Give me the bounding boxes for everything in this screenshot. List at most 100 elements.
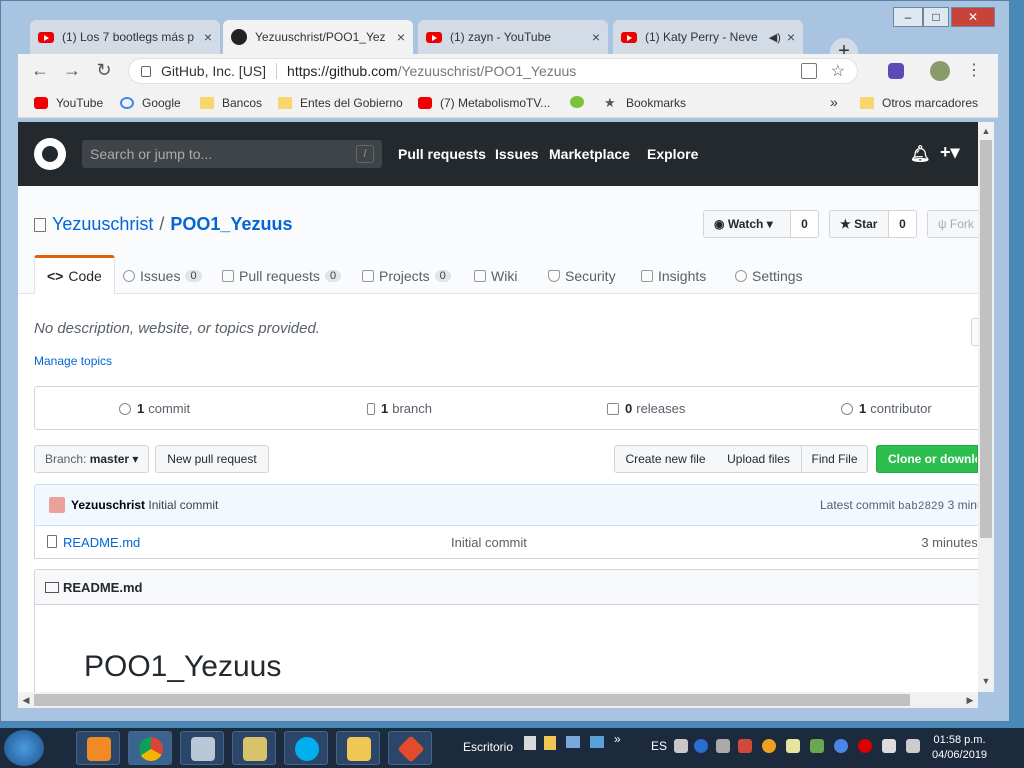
nav-issues[interactable]: Issues: [495, 146, 539, 162]
network-icon[interactable]: [590, 736, 604, 748]
repo-name-link[interactable]: POO1_Yezuus: [170, 214, 292, 235]
releases-link[interactable]: 0 releases: [607, 401, 685, 416]
plus-dropdown-icon[interactable]: +▾: [940, 142, 960, 163]
new-pull-request-button[interactable]: New pull request: [155, 445, 269, 473]
monitor-icon[interactable]: [566, 736, 580, 748]
tab-issues[interactable]: Issues 0: [123, 257, 202, 294]
browser-tab[interactable]: (1) zayn - YouTube ×: [418, 20, 608, 54]
folder-icon[interactable]: [544, 736, 556, 750]
tray-app-icon[interactable]: [834, 739, 848, 753]
scroll-right-arrow-icon[interactable]: ▶: [962, 695, 978, 706]
desktop-toolbar-label[interactable]: Escritorio: [463, 740, 513, 754]
scroll-down-arrow-icon[interactable]: ▼: [978, 676, 994, 686]
create-new-file-button[interactable]: Create new file: [614, 445, 717, 473]
start-button[interactable]: [4, 730, 44, 766]
repo-owner-link[interactable]: Yezuuschrist: [52, 214, 153, 235]
file-commit-message[interactable]: Initial commit: [451, 535, 527, 550]
vertical-scroll-thumb[interactable]: [980, 140, 992, 538]
avatar[interactable]: [49, 497, 65, 513]
extension-icon[interactable]: [888, 63, 904, 79]
find-file-button[interactable]: Find File: [802, 445, 868, 473]
help-icon[interactable]: [694, 739, 708, 753]
tab-insights[interactable]: Insights: [641, 257, 706, 294]
signal-icon[interactable]: [882, 739, 896, 753]
star-button[interactable]: ★ Star: [829, 210, 889, 238]
tab-settings[interactable]: Settings: [735, 257, 803, 294]
bookmark-green[interactable]: [570, 96, 592, 108]
scroll-up-arrow-icon[interactable]: ▲: [978, 126, 994, 136]
opera-icon[interactable]: [858, 739, 872, 753]
profile-avatar[interactable]: [930, 61, 950, 81]
taskbar-media-player[interactable]: [76, 731, 120, 765]
translate-icon[interactable]: [801, 63, 817, 79]
bookmark-google[interactable]: Google: [120, 96, 181, 110]
nav-pull-requests[interactable]: Pull requests: [398, 146, 486, 162]
commit-author-link[interactable]: Yezuuschrist: [71, 498, 145, 512]
address-bar[interactable]: GitHub, Inc. [US] https://github.com/Yez…: [128, 58, 858, 84]
tab-close-button[interactable]: ×: [204, 29, 212, 45]
menu-kebab-icon[interactable]: ⋮: [966, 60, 982, 80]
edit-description-button[interactable]: [971, 318, 978, 346]
taskbar-app[interactable]: [232, 731, 276, 765]
back-arrow-icon[interactable]: ←: [28, 60, 52, 81]
tab-close-button[interactable]: ×: [787, 29, 795, 45]
star-bookmark-icon[interactable]: ☆: [831, 61, 845, 81]
manage-topics-link[interactable]: Manage topics: [34, 354, 112, 368]
star-count[interactable]: 0: [889, 210, 917, 238]
search-input[interactable]: Search or jump to... /: [82, 140, 382, 168]
display-icon[interactable]: [716, 739, 730, 753]
tab-security[interactable]: Security: [548, 257, 616, 294]
tab-close-button[interactable]: ×: [397, 29, 405, 45]
tab-wiki[interactable]: Wiki: [474, 257, 517, 294]
browser-tab-active[interactable]: Yezuuschrist/POO1_Yez ×: [223, 20, 413, 54]
bookmark-youtube[interactable]: YouTube: [34, 96, 103, 110]
taskbar-git[interactable]: [388, 731, 432, 765]
taskbar-chrome[interactable]: [128, 731, 172, 765]
taskbar-skype[interactable]: [284, 731, 328, 765]
tab-projects[interactable]: Projects 0: [362, 257, 451, 294]
bookmarks-overflow[interactable]: »: [830, 94, 838, 110]
document-icon[interactable]: [524, 736, 536, 750]
nav-marketplace[interactable]: Marketplace: [549, 146, 630, 162]
browser-tab[interactable]: (1) Los 7 bootlegs más p ×: [30, 20, 220, 54]
bookmark-entes[interactable]: Entes del Gobierno: [278, 96, 403, 110]
commit-sha-link[interactable]: bab2829: [898, 501, 944, 513]
browser-tab[interactable]: (1) Katy Perry - Neve ◀) ×: [613, 20, 803, 54]
tray-app-icon[interactable]: [762, 739, 776, 753]
flag-icon[interactable]: [738, 739, 752, 753]
tab-close-button[interactable]: ×: [592, 29, 600, 45]
branch-select[interactable]: Branch: master ▾: [34, 445, 149, 473]
horizontal-scroll-thumb[interactable]: [34, 694, 910, 706]
bookmark-bookmarks[interactable]: ★ Bookmarks: [604, 96, 686, 110]
bookmark-bancos[interactable]: Bancos: [200, 96, 262, 110]
fork-button[interactable]: ψ Fork: [927, 210, 978, 238]
reload-icon[interactable]: ↻: [92, 60, 116, 81]
tab-pull-requests[interactable]: Pull requests 0: [222, 257, 342, 294]
bell-icon[interactable]: 🔔︎: [910, 144, 930, 164]
site-identity[interactable]: GitHub, Inc. [US]: [161, 63, 266, 79]
bookmark-otros[interactable]: Otros marcadores: [860, 96, 978, 110]
tray-app-icon[interactable]: [810, 739, 824, 753]
tray-app-icon[interactable]: [786, 739, 800, 753]
branches-link[interactable]: 1 branch: [367, 401, 432, 416]
tab-code[interactable]: <> Code: [34, 255, 115, 294]
taskbar-explorer[interactable]: [336, 731, 380, 765]
taskbar-calculator[interactable]: [180, 731, 224, 765]
upload-files-button[interactable]: Upload files: [716, 445, 802, 473]
taskbar-overflow[interactable]: »: [614, 732, 621, 746]
commit-message-link[interactable]: Initial commit: [148, 498, 218, 512]
volume-icon[interactable]: [906, 739, 920, 753]
nav-explore[interactable]: Explore: [647, 146, 698, 162]
contributors-link[interactable]: 1 contributor: [841, 401, 932, 416]
github-logo-icon[interactable]: [34, 138, 66, 170]
forward-arrow-icon[interactable]: →: [60, 60, 84, 81]
commits-link[interactable]: 1 commit: [119, 401, 190, 416]
speaker-icon[interactable]: ◀): [769, 31, 781, 44]
language-indicator[interactable]: ES: [651, 739, 667, 753]
bookmark-metabolismo[interactable]: (7) MetabolismoTV...: [418, 96, 550, 110]
file-link[interactable]: README.md: [63, 535, 140, 550]
system-clock[interactable]: 01:58 p.m. 04/06/2019: [932, 733, 987, 763]
scroll-left-arrow-icon[interactable]: ◀: [18, 695, 34, 706]
watch-count[interactable]: 0: [791, 210, 819, 238]
keyboard-icon[interactable]: [674, 739, 688, 753]
